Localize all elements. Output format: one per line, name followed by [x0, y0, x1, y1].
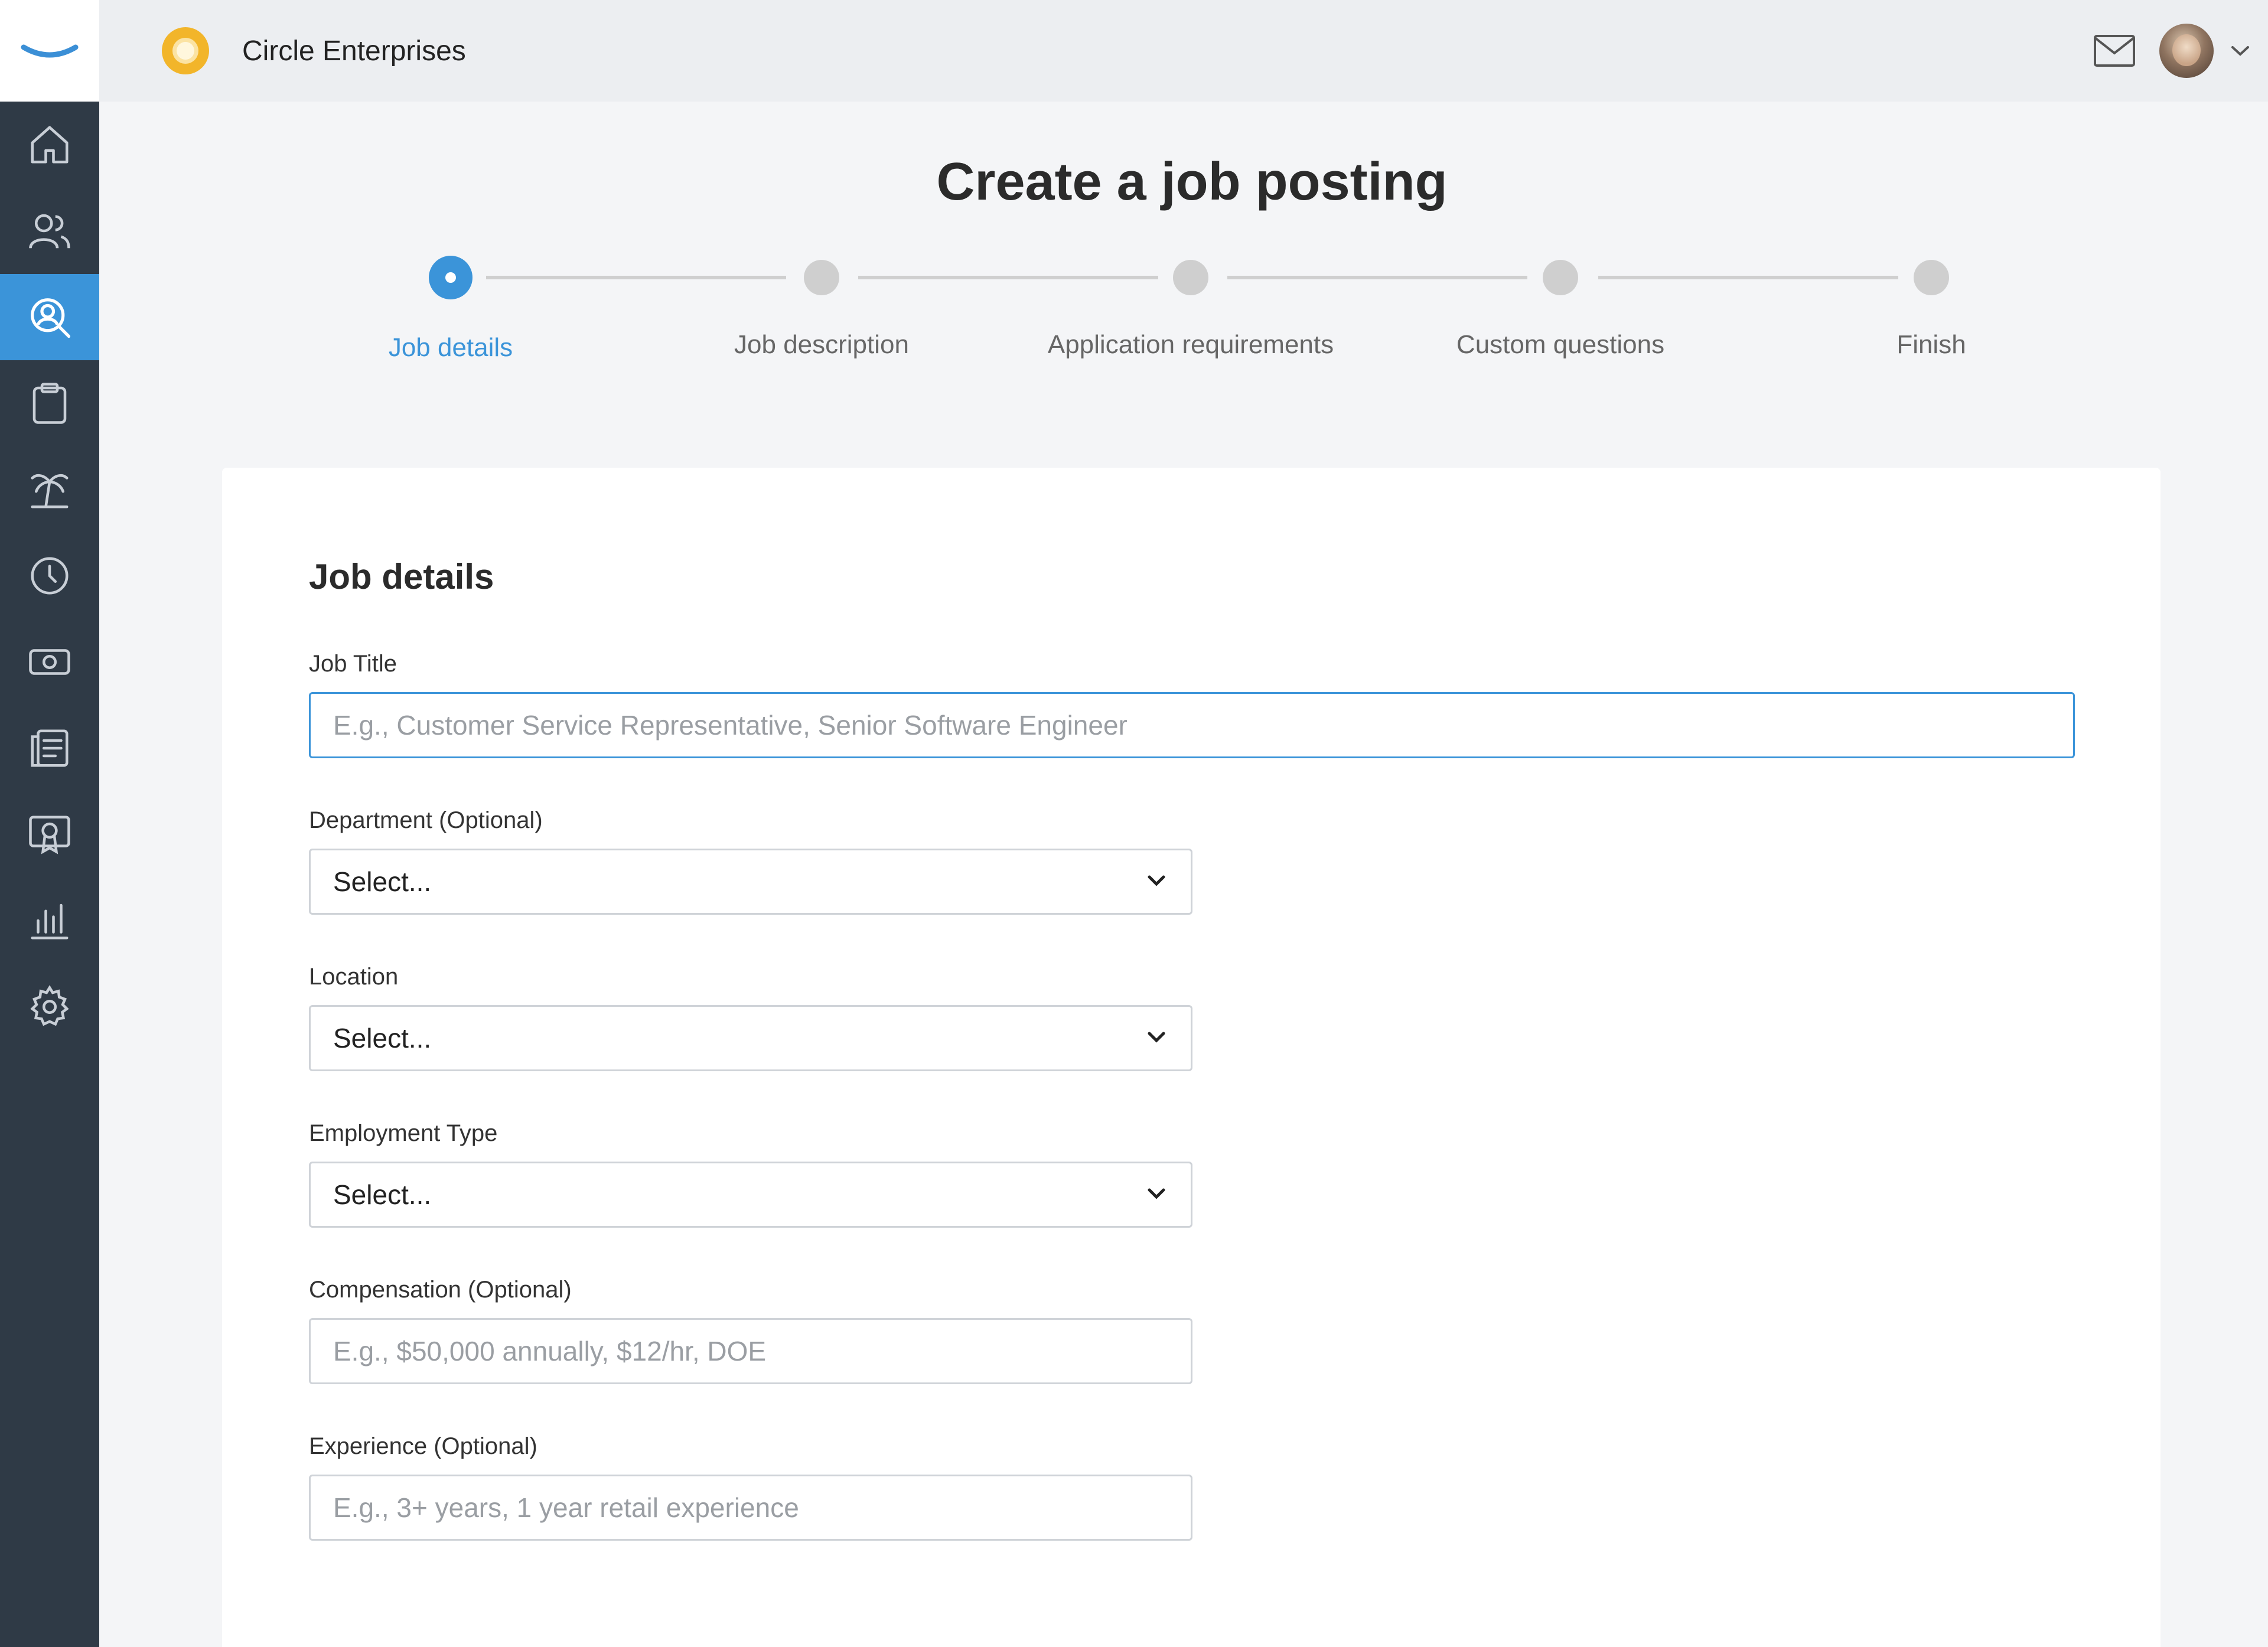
- brand-smile-logo: [21, 44, 79, 58]
- gear-icon: [30, 985, 69, 1026]
- sidebar-item-documents[interactable]: [0, 705, 99, 791]
- step-connector: [1598, 276, 1898, 279]
- sidebar-item-reports[interactable]: [0, 878, 99, 964]
- step-dot-custom-questions[interactable]: [1543, 260, 1578, 295]
- step-label-job-details[interactable]: Job details: [389, 333, 513, 363]
- step-dot-finish[interactable]: [1914, 260, 1949, 295]
- step-dot-job-description[interactable]: [804, 260, 839, 295]
- recruiting-search-icon: [31, 298, 71, 338]
- clipboard-icon: [32, 383, 67, 424]
- money-icon: [29, 649, 70, 675]
- topbar: Circle Enterprises: [99, 0, 2268, 102]
- sidebar-item-recruiting[interactable]: [0, 274, 99, 360]
- employment-type-select[interactable]: Select...: [309, 1162, 1192, 1228]
- experience-input[interactable]: [309, 1475, 1192, 1541]
- user-avatar[interactable]: [2159, 24, 2214, 78]
- sidebar: [0, 0, 99, 1647]
- department-label: Department (Optional): [309, 807, 543, 833]
- sidebar-item-people[interactable]: [0, 188, 99, 274]
- palm-tree-icon: [31, 474, 69, 508]
- job-details-card: Job details Job Title Department (Option…: [222, 468, 2161, 1647]
- chevron-down-icon: [1145, 1025, 1168, 1052]
- sidebar-item-time-off[interactable]: [0, 446, 99, 533]
- step-label-application-requirements[interactable]: Application requirements: [1048, 330, 1334, 360]
- employment-type-select-value: Select...: [333, 1179, 432, 1210]
- user-menu[interactable]: [2159, 24, 2250, 78]
- home-icon: [31, 126, 69, 164]
- sidebar-item-payroll[interactable]: [0, 619, 99, 705]
- employment-type-label: Employment Type: [309, 1120, 498, 1146]
- main-content: Create a job posting Job details Job des…: [99, 102, 2268, 1647]
- step-label-finish[interactable]: Finish: [1896, 330, 1966, 360]
- sidebar-item-home[interactable]: [0, 102, 99, 188]
- sidebar-item-training[interactable]: [0, 791, 99, 878]
- documents-icon: [31, 729, 69, 767]
- step-connector: [858, 276, 1158, 279]
- sidebar-item-settings[interactable]: [0, 964, 99, 1050]
- compensation-label: Compensation (Optional): [309, 1277, 572, 1303]
- sidebar-item-tasks[interactable]: [0, 360, 99, 446]
- chevron-down-icon[interactable]: [2230, 44, 2250, 58]
- mail-icon[interactable]: [2093, 34, 2136, 67]
- circle-logo-icon: [162, 27, 209, 74]
- topbar-actions: [2093, 24, 2250, 78]
- location-select-value: Select...: [333, 1023, 432, 1054]
- chevron-down-icon: [1145, 869, 1168, 895]
- company-logo: [158, 24, 213, 78]
- step-connector: [486, 276, 786, 279]
- step-dot-job-details[interactable]: [429, 256, 472, 299]
- chevron-down-icon: [1145, 1182, 1168, 1208]
- sidebar-item-time-tracking[interactable]: [0, 533, 99, 619]
- step-label-custom-questions[interactable]: Custom questions: [1456, 330, 1664, 360]
- sidebar-nav: [0, 102, 99, 1050]
- step-label-job-description[interactable]: Job description: [734, 330, 909, 360]
- experience-label: Experience (Optional): [309, 1433, 537, 1459]
- brand-logo[interactable]: [0, 0, 99, 102]
- people-icon: [29, 214, 70, 249]
- compensation-input[interactable]: [309, 1318, 1192, 1384]
- department-select[interactable]: Select...: [309, 849, 1192, 915]
- location-select[interactable]: Select...: [309, 1005, 1192, 1071]
- step-dot-application-requirements[interactable]: [1173, 260, 1208, 295]
- location-label: Location: [309, 964, 399, 990]
- page-title: Create a job posting: [936, 152, 1448, 211]
- clock-icon: [31, 557, 69, 595]
- job-title-input[interactable]: [309, 692, 2075, 758]
- department-select-value: Select...: [333, 866, 432, 897]
- job-title-label: Job Title: [309, 651, 397, 677]
- step-connector: [1227, 276, 1527, 279]
- bar-chart-icon: [31, 904, 69, 940]
- section-title: Job details: [309, 557, 494, 596]
- company-name: Circle Enterprises: [242, 35, 466, 67]
- certificate-icon: [29, 816, 70, 855]
